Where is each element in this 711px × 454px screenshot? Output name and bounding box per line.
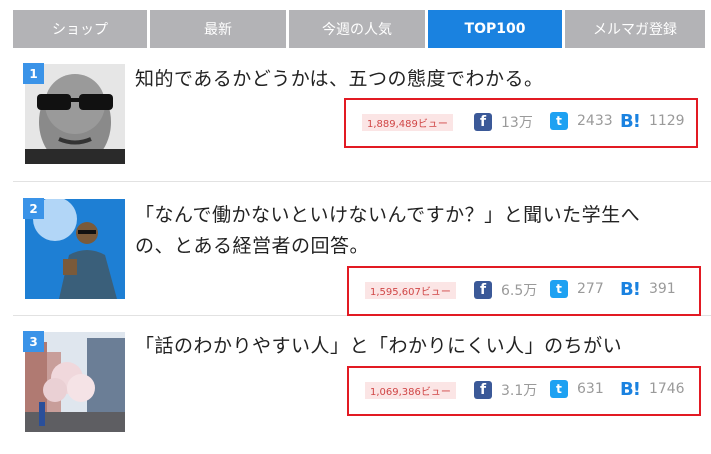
hatena-bookmark[interactable]: B! 391 [620,278,676,300]
hatena-bookmark[interactable]: B! 1746 [620,378,685,400]
list-item[interactable]: 3 「話のわかりやすい人」と「わかりにくい人」のちがい 1,069,386ビュー… [13,316,711,446]
view-count: 1,889,489ビュー [362,114,453,131]
facebook-share[interactable]: f 13万 [474,112,533,132]
title-line: 知的であるかどうかは、五つの態度でわかる。 [135,68,544,90]
ranking-list: 1 知的であるかどうかは、五つの態度でわかる。 1,889,489ビュー f 1… [13,48,711,446]
twitter-count: 2433 [577,113,613,129]
tab-newsletter[interactable]: メルマガ登録 [565,10,705,48]
title-line: 「話のわかりやすい人」と「わかりにくい人」のちがい [135,335,623,357]
twitter-icon: t [550,380,568,398]
view-count: 1,069,386ビュー [365,382,456,399]
list-item[interactable]: 1 知的であるかどうかは、五つの態度でわかる。 1,889,489ビュー f 1… [13,48,711,182]
tab-label: TOP100 [464,21,526,37]
hatena-bookmark-icon: B! [620,378,641,400]
article-title[interactable]: 「なんで働かないといけないんですか？」と聞いた学生へ の、とある経営者の回答。 [135,200,695,262]
facebook-share[interactable]: f 6.5万 [474,280,537,300]
article-stats: 1,069,386ビュー f 3.1万 t 631 B! 1746 [347,366,701,416]
tab-top100[interactable]: TOP100 [428,10,562,48]
tab-latest[interactable]: 最新 [150,10,286,48]
article-title[interactable]: 知的であるかどうかは、五つの態度でわかる。 [135,64,695,95]
rank-badge: 1 [23,63,44,84]
title-line: の、とある経営者の回答。 [135,235,370,257]
facebook-icon: f [474,381,492,399]
hatena-bookmark[interactable]: B! 1129 [620,110,685,132]
twitter-count: 277 [577,281,604,297]
rank-badge: 2 [23,198,44,219]
hatena-count: 1129 [648,113,685,129]
facebook-icon: f [474,281,492,299]
tab-label: ショップ [52,22,108,38]
hatena-count: 1746 [648,381,685,397]
tab-shop[interactable]: ショップ [13,10,147,48]
list-item[interactable]: 2 「なんで働かないといけないんですか？」と聞いた学生へ の、とある経営者の回答… [13,182,711,316]
hatena-bookmark-icon: B! [620,110,641,132]
article-title[interactable]: 「話のわかりやすい人」と「わかりにくい人」のちがい [135,331,695,362]
twitter-share[interactable]: t 2433 [550,112,613,130]
twitter-share[interactable]: t 631 [550,380,604,398]
hatena-bookmark-icon: B! [620,278,641,300]
facebook-icon: f [474,113,492,131]
facebook-share[interactable]: f 3.1万 [474,380,537,400]
article-stats: 1,595,607ビュー f 6.5万 t 277 B! 391 [347,266,701,316]
nav-tabs: ショップ 最新 今週の人気 TOP100 メルマガ登録 [13,10,711,48]
rank-badge: 3 [23,331,44,352]
tab-label: 最新 [204,22,232,38]
facebook-count: 13万 [501,115,533,131]
tab-label: メルマガ登録 [593,22,677,38]
twitter-icon: t [550,112,568,130]
title-line: 「なんで働かないといけないんですか？」と聞いた学生へ [135,204,641,226]
article-stats: 1,889,489ビュー f 13万 t 2433 B! 1129 [344,98,698,148]
twitter-count: 631 [577,381,604,397]
tab-weekly-popular[interactable]: 今週の人気 [289,10,425,48]
facebook-count: 6.5万 [501,283,538,299]
twitter-share[interactable]: t 277 [550,280,604,298]
facebook-count: 3.1万 [501,383,538,399]
twitter-icon: t [550,280,568,298]
view-count: 1,595,607ビュー [365,282,456,299]
hatena-count: 391 [648,281,676,297]
tab-label: 今週の人気 [322,22,392,38]
